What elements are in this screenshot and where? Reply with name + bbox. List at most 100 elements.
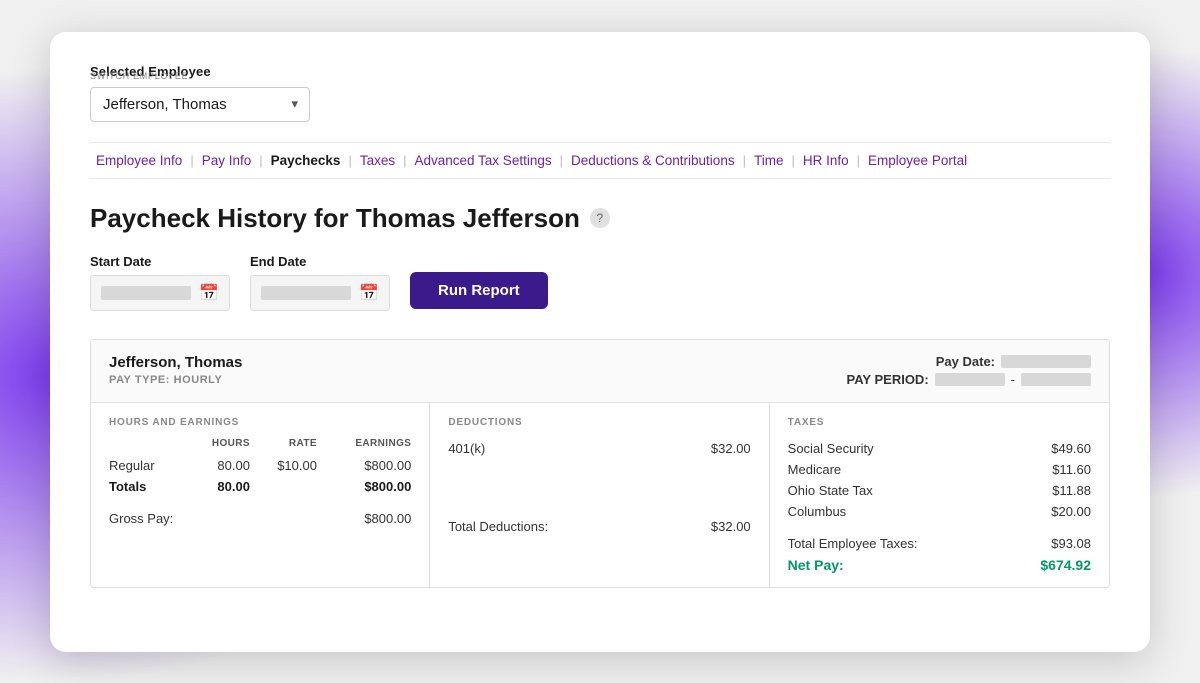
nav-sep-3: | (346, 153, 353, 168)
taxes-col: TAXES Social Security $49.60 Medicare $1… (770, 403, 1109, 587)
tax-label-ohio: Ohio State Tax (788, 483, 873, 498)
net-pay-label: Net Pay: (788, 557, 844, 573)
net-pay-row: Net Pay: $674.92 (788, 557, 1091, 573)
tax-label-medicare: Medicare (788, 462, 841, 477)
ded-value: $32.00 (711, 441, 751, 456)
date-range-row: Start Date 📅 End Date 📅 Run Report (90, 254, 1110, 311)
nav-sep-1: | (188, 153, 195, 168)
gross-pay-value: $800.00 (364, 511, 411, 526)
row-hours: 80.00 (186, 455, 250, 476)
paycheck-header: Jefferson, Thomas PAY TYPE: HOURLY Pay D… (91, 340, 1109, 403)
tax-row-social-security: Social Security $49.60 (788, 438, 1091, 459)
totals-label: Totals (109, 476, 186, 497)
nav-hr-info[interactable]: HR Info (797, 153, 855, 168)
col-earnings-header: EARNINGS (317, 438, 411, 455)
run-report-button[interactable]: Run Report (410, 272, 548, 309)
tax-label-columbus: Columbus (788, 504, 847, 519)
nav-pay-info[interactable]: Pay Info (196, 153, 258, 168)
page-title-row: Paycheck History for Thomas Jefferson ? (90, 203, 1110, 234)
end-date-label: End Date (250, 254, 390, 269)
end-date-input[interactable]: 📅 (250, 275, 390, 311)
end-date-fill (261, 286, 351, 300)
row-earnings: $800.00 (317, 455, 411, 476)
tax-label-ss: Social Security (788, 441, 874, 456)
deductions-total-row: Total Deductions: $32.00 (448, 519, 750, 534)
paycheck-employee-name: Jefferson, Thomas (109, 354, 242, 371)
pay-period-end (1021, 373, 1091, 386)
calendar-icon-start[interactable]: 📅 (199, 283, 219, 303)
totals-row: Totals 80.00 $800.00 (109, 476, 411, 497)
gross-pay-label: Gross Pay: (109, 511, 173, 526)
employee-select[interactable]: Jefferson, Thomas (90, 87, 310, 122)
tax-value-ss: $49.60 (1051, 441, 1091, 456)
paycheck-container: Jefferson, Thomas PAY TYPE: HOURLY Pay D… (90, 339, 1110, 588)
taxes-header: TAXES (788, 417, 1091, 428)
pay-period-dash: - (1011, 372, 1015, 387)
pay-date-label: Pay Date: (936, 354, 995, 369)
ded-total-value: $32.00 (711, 519, 751, 534)
col-hours-header: HOURS (186, 438, 250, 455)
pay-period-label: PAY PERIOD: (847, 372, 929, 387)
tax-row-medicare: Medicare $11.60 (788, 459, 1091, 480)
paycheck-header-left: Jefferson, Thomas PAY TYPE: HOURLY (109, 354, 242, 386)
deduction-row-401k: 401(k) $32.00 (448, 438, 750, 459)
pay-date-row: Pay Date: (847, 354, 1091, 369)
hours-earnings-header: HOURS AND EARNINGS (109, 417, 411, 428)
totals-hours: 80.00 (186, 476, 250, 497)
nav-taxes[interactable]: Taxes (354, 153, 401, 168)
nav-sep-2: | (257, 153, 264, 168)
tax-row-columbus: Columbus $20.00 (788, 501, 1091, 522)
pay-type-label: PAY TYPE: HOURLY (109, 374, 242, 386)
table-row: Regular 80.00 $10.00 $800.00 (109, 455, 411, 476)
tax-value-medicare: $11.60 (1052, 462, 1091, 477)
net-pay-value: $674.92 (1040, 557, 1091, 573)
page-title: Paycheck History for Thomas Jefferson (90, 203, 580, 234)
pay-date-value (1001, 355, 1091, 368)
totals-earnings: $800.00 (317, 476, 411, 497)
hours-earnings-col: HOURS AND EARNINGS HOURS RATE EARNINGS R… (91, 403, 430, 587)
nav-bar: Employee Info | Pay Info | Paychecks | T… (90, 142, 1110, 179)
switch-employee-label: SWITCH EMPLOYEE (90, 71, 188, 81)
nav-employee-portal[interactable]: Employee Portal (862, 153, 973, 168)
paycheck-header-right: Pay Date: PAY PERIOD: - (847, 354, 1091, 390)
hours-earnings-table: HOURS RATE EARNINGS Regular 80.00 $10.00… (109, 438, 411, 497)
nav-time[interactable]: Time (748, 153, 790, 168)
calendar-icon-end[interactable]: 📅 (359, 283, 379, 303)
pay-period-start (935, 373, 1005, 386)
tax-total-row: Total Employee Taxes: $93.08 (788, 536, 1091, 551)
tax-row-ohio: Ohio State Tax $11.88 (788, 480, 1091, 501)
row-rate: $10.00 (250, 455, 317, 476)
row-label: Regular (109, 455, 186, 476)
nav-deductions[interactable]: Deductions & Contributions (565, 153, 741, 168)
ded-label: 401(k) (448, 441, 485, 456)
nav-sep-5: | (558, 153, 565, 168)
gross-pay-row: Gross Pay: $800.00 (109, 511, 411, 526)
end-date-group: End Date 📅 (250, 254, 390, 311)
nav-sep-7: | (789, 153, 796, 168)
tax-total-label: Total Employee Taxes: (788, 536, 918, 551)
help-icon[interactable]: ? (590, 208, 610, 228)
employee-select-wrapper: SWITCH EMPLOYEE Jefferson, Thomas ▾ (90, 87, 310, 122)
start-date-label: Start Date (90, 254, 230, 269)
main-card: Selected Employee SWITCH EMPLOYEE Jeffer… (50, 32, 1150, 652)
ded-total-label: Total Deductions: (448, 519, 548, 534)
nav-sep-6: | (741, 153, 748, 168)
nav-sep-4: | (401, 153, 408, 168)
totals-rate (250, 476, 317, 497)
start-date-group: Start Date 📅 (90, 254, 230, 311)
pay-period-row: PAY PERIOD: - (847, 372, 1091, 387)
col-rate-header: RATE (250, 438, 317, 455)
nav-advanced-tax[interactable]: Advanced Tax Settings (409, 153, 558, 168)
nav-paychecks[interactable]: Paychecks (265, 153, 347, 168)
nav-employee-info[interactable]: Employee Info (90, 153, 188, 168)
deductions-col: DEDUCTIONS 401(k) $32.00 Total Deduction… (430, 403, 769, 587)
tax-value-columbus: $20.00 (1051, 504, 1091, 519)
start-date-input[interactable]: 📅 (90, 275, 230, 311)
col-label-header (109, 438, 186, 455)
tax-total-value: $93.08 (1051, 536, 1091, 551)
deductions-header: DEDUCTIONS (448, 417, 750, 428)
nav-sep-8: | (855, 153, 862, 168)
start-date-fill (101, 286, 191, 300)
selected-employee-label: Selected Employee (90, 64, 1110, 79)
paycheck-body: HOURS AND EARNINGS HOURS RATE EARNINGS R… (91, 403, 1109, 587)
